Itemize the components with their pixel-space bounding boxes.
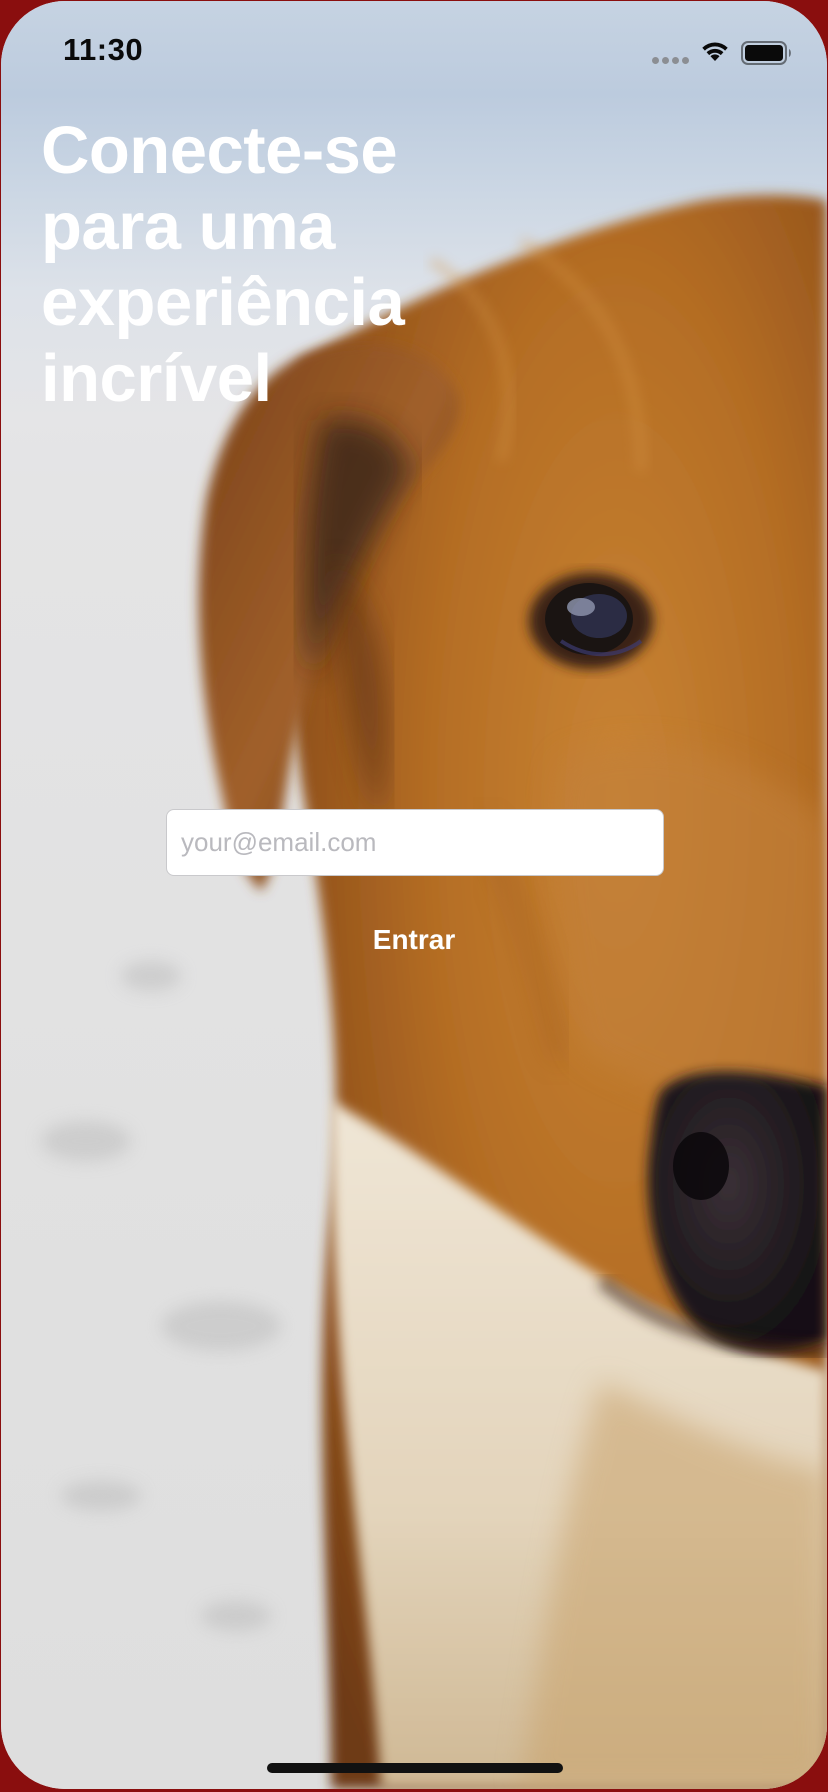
battery-icon	[741, 41, 791, 65]
email-field[interactable]	[166, 809, 664, 876]
home-indicator[interactable]	[267, 1763, 563, 1773]
device-frame: 11:30 Conecte-se para uma experiência in…	[0, 0, 828, 1792]
login-screen: 11:30 Conecte-se para uma experiência in…	[1, 1, 827, 1789]
page-title: Conecte-se para uma experiência incrível	[41, 113, 405, 416]
status-bar: 11:30	[1, 1, 827, 101]
status-time: 11:30	[63, 32, 144, 67]
wifi-icon	[702, 42, 728, 61]
cellular-signal-icon	[652, 57, 690, 65]
enter-button[interactable]: Entrar	[314, 915, 514, 965]
